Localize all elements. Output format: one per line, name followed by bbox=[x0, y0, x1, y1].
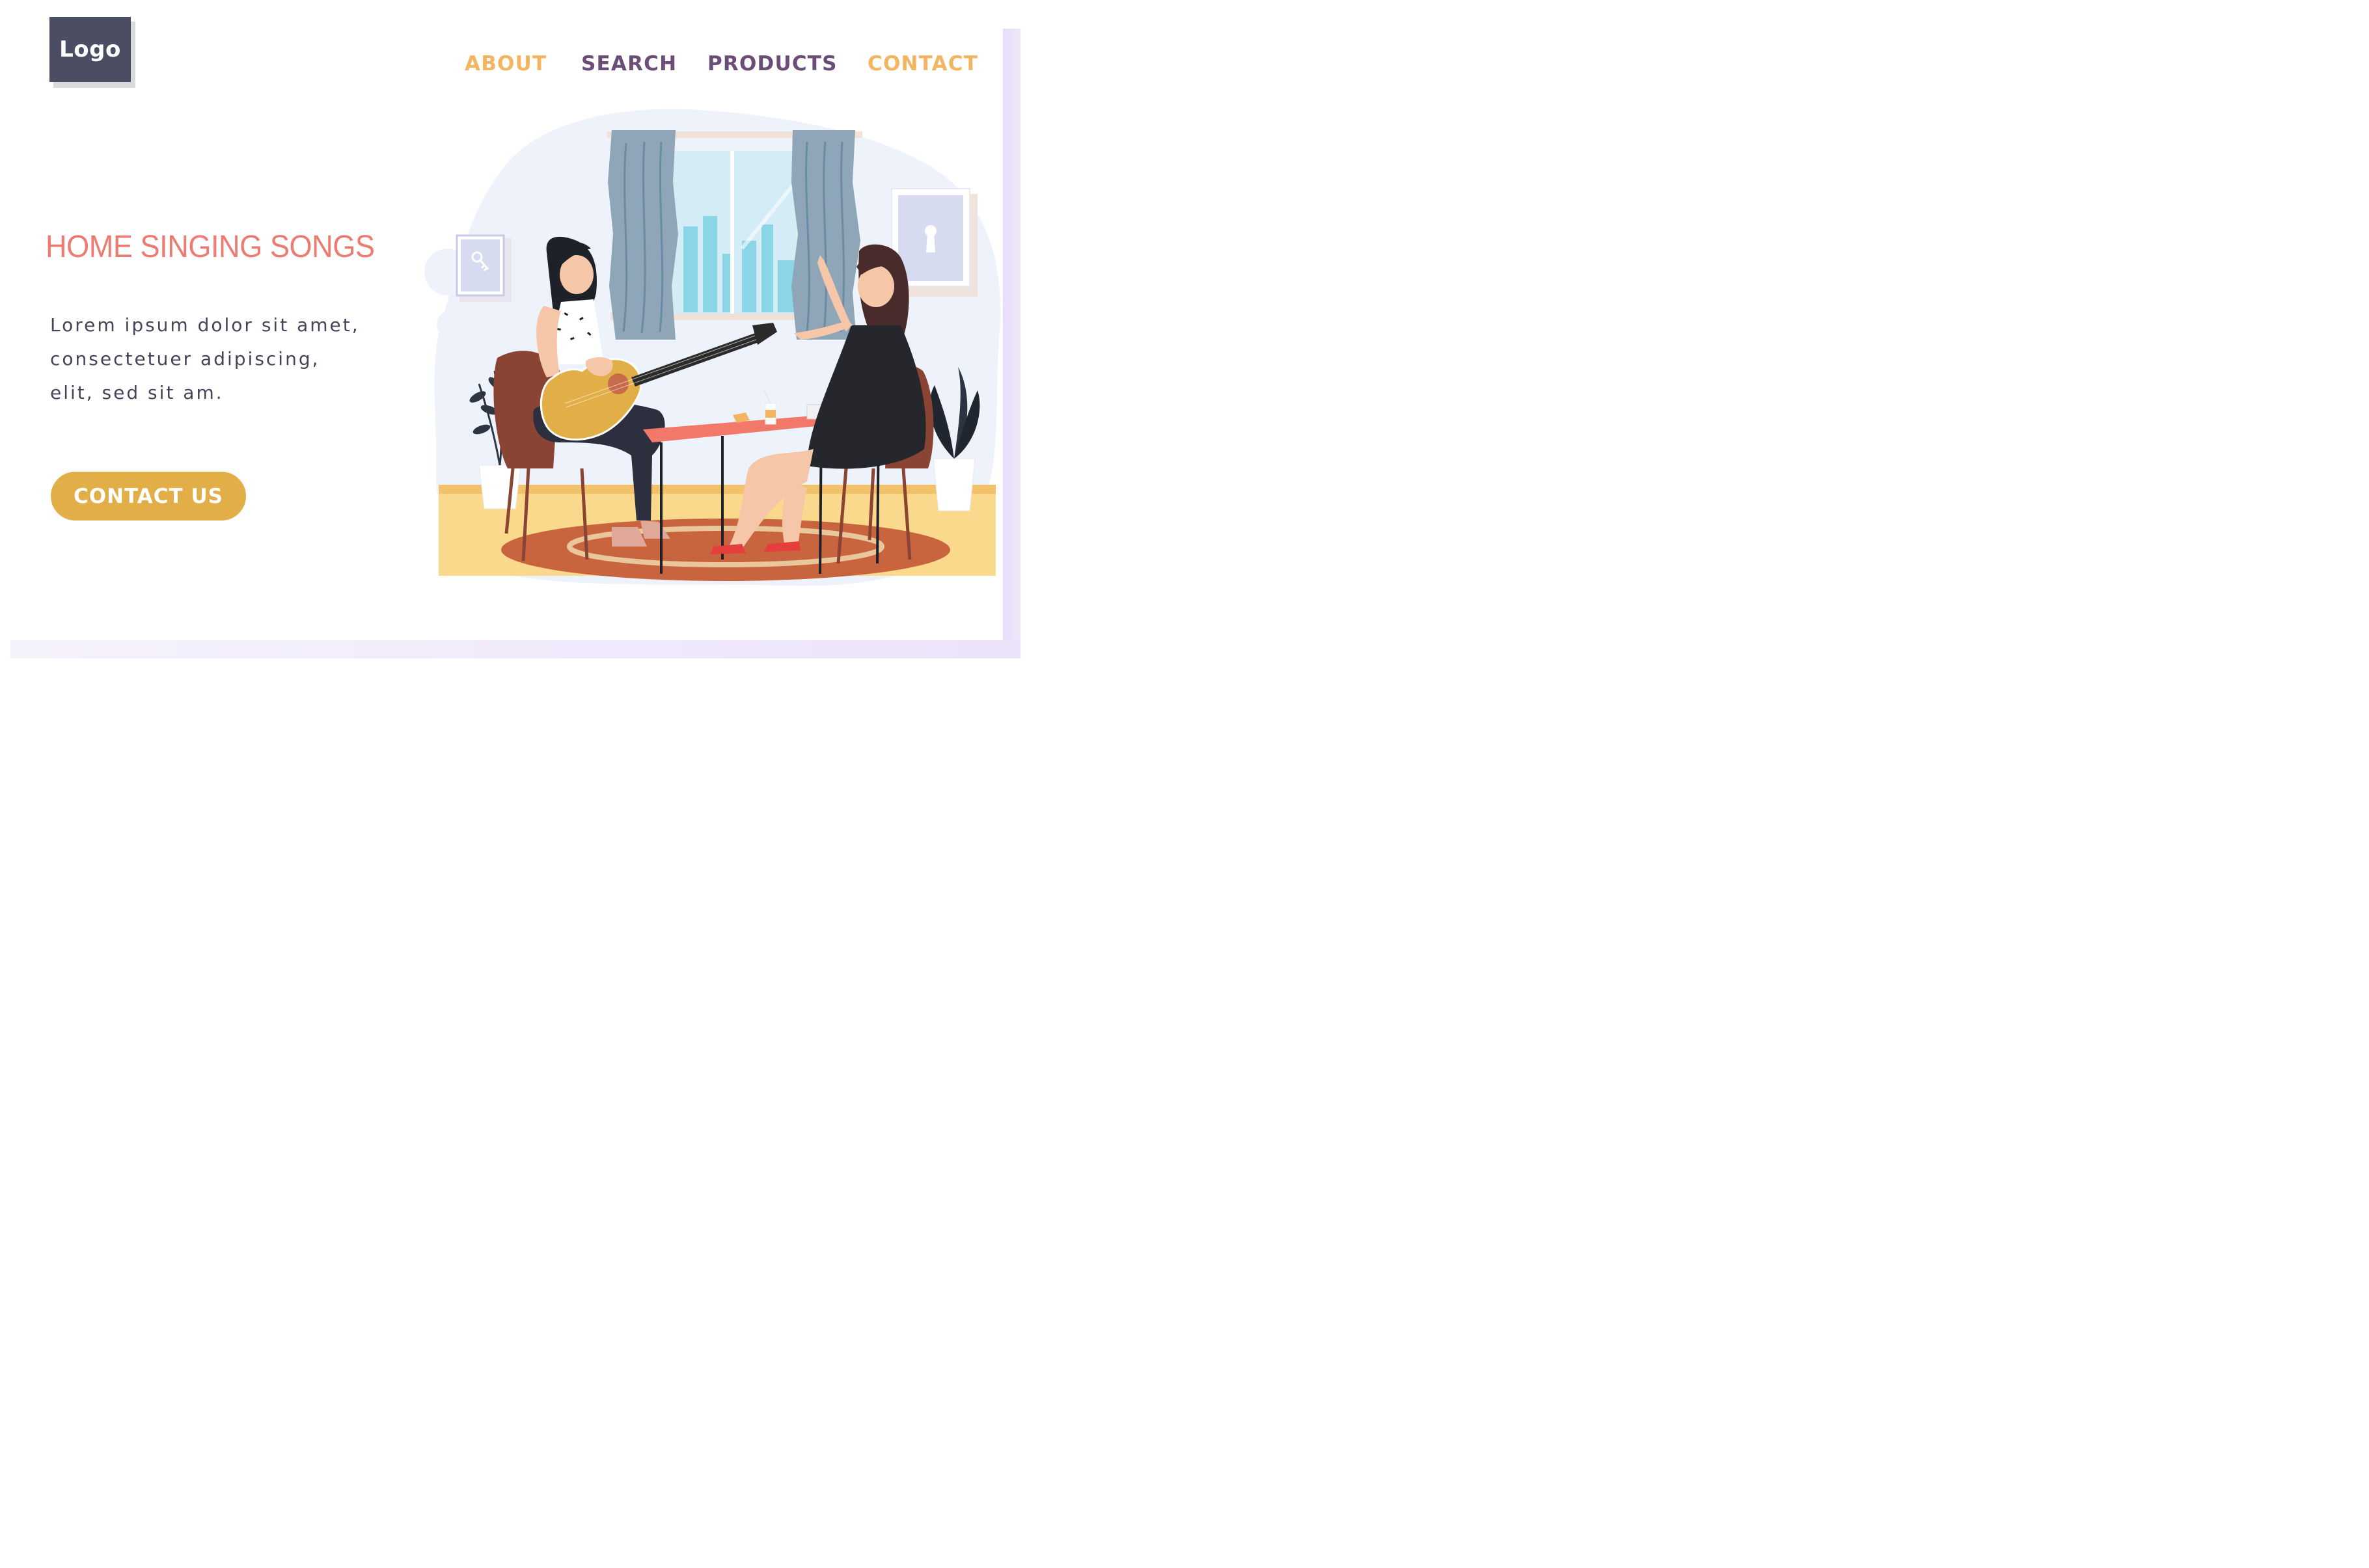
contact-us-button[interactable]: CONTACT US bbox=[51, 472, 246, 520]
nav-item-about[interactable]: ABOUT bbox=[465, 52, 547, 75]
nav-item-contact[interactable]: CONTACT bbox=[868, 52, 978, 75]
nav-item-products[interactable]: PRODUCTS bbox=[707, 52, 838, 75]
card-shadow-right bbox=[1003, 29, 1020, 643]
hero-illustration bbox=[424, 109, 1001, 586]
deco-circle bbox=[437, 311, 463, 337]
left-frame-inner bbox=[461, 239, 500, 291]
landing-card: Logo ABOUT SEARCH PRODUCTS CONTACT HOME … bbox=[0, 0, 1003, 640]
hero-description-line: consectetuer adipiscing, bbox=[50, 348, 320, 370]
window-mullion bbox=[730, 151, 734, 314]
hero-description: Lorem ipsum dolor sit amet, consectetuer… bbox=[50, 308, 441, 410]
hero-description-line: elit, sed sit am. bbox=[50, 382, 224, 403]
nav-item-search[interactable]: SEARCH bbox=[581, 52, 677, 75]
main-nav: ABOUT SEARCH PRODUCTS CONTACT bbox=[0, 52, 1003, 78]
card-shadow-bottom bbox=[10, 640, 1020, 658]
floor-edge bbox=[439, 485, 996, 494]
hero-description-line: Lorem ipsum dolor sit amet, bbox=[50, 314, 360, 336]
page-title: HOME SINGING SONGS bbox=[46, 230, 375, 264]
